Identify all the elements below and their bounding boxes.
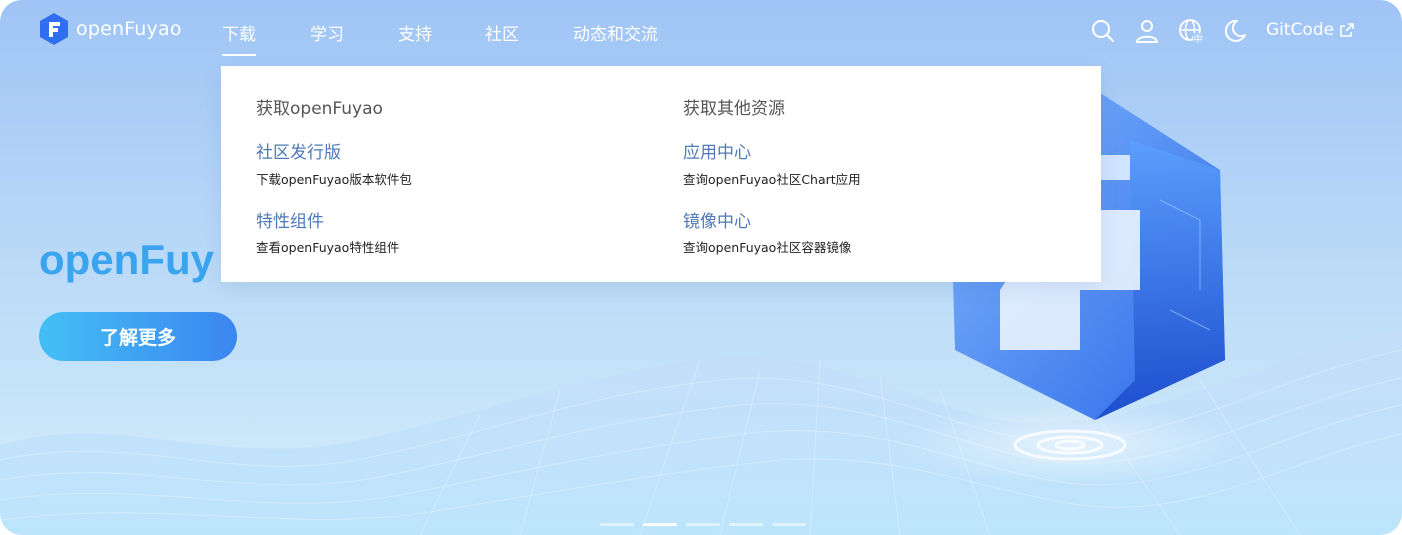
openfuyao-logo-icon: [40, 13, 68, 45]
search-icon[interactable]: [1090, 18, 1116, 44]
carousel-indicators: [600, 523, 806, 526]
language-icon[interactable]: 中: [1178, 18, 1204, 44]
link-community-release[interactable]: 社区发行版: [256, 138, 341, 163]
nav-download[interactable]: 下载: [222, 20, 256, 56]
dropdown-column-title: 获取其他资源: [683, 99, 785, 119]
hero-title: openFuy: [39, 236, 214, 283]
carousel-dot[interactable]: [600, 523, 634, 526]
carousel-dot[interactable]: [686, 523, 720, 526]
gitcode-label: GitCode: [1266, 20, 1335, 40]
learn-more-button[interactable]: 了解更多: [39, 312, 237, 361]
link-feature-components[interactable]: 特性组件: [256, 207, 324, 232]
dropdown-column-title: 获取openFuyao: [256, 99, 383, 119]
brand-name: openFuyao: [76, 18, 182, 40]
link-image-center-desc: 查询openFuyao社区容器镜像: [683, 240, 852, 255]
dark-mode-icon[interactable]: [1222, 18, 1248, 44]
logo[interactable]: openFuyao: [38, 12, 182, 46]
page: openFuyao 下载 学习 支持 社区 动态和交流 中 GitCode op…: [0, 0, 1402, 535]
external-link-icon: [1340, 23, 1354, 37]
nav-support[interactable]: 支持: [398, 20, 432, 45]
link-image-center[interactable]: 镜像中心: [683, 207, 751, 232]
link-app-center[interactable]: 应用中心: [683, 138, 751, 163]
nav-community[interactable]: 社区: [485, 20, 519, 45]
carousel-dot[interactable]: [772, 523, 806, 526]
carousel-dot-active[interactable]: [643, 523, 677, 526]
link-community-release-desc: 下载openFuyao版本软件包: [256, 172, 412, 187]
svg-text:中: 中: [1193, 33, 1202, 44]
carousel-dot[interactable]: [729, 523, 763, 526]
user-icon[interactable]: [1134, 18, 1160, 44]
nav-learn[interactable]: 学习: [310, 20, 344, 45]
link-feature-components-desc: 查看openFuyao特性组件: [256, 240, 400, 255]
link-app-center-desc: 查询openFuyao社区Chart应用: [683, 172, 861, 187]
download-dropdown-menu: 获取openFuyao 社区发行版 下载openFuyao版本软件包 特性组件 …: [221, 66, 1101, 282]
gitcode-link[interactable]: GitCode: [1266, 20, 1355, 40]
nav-news[interactable]: 动态和交流: [573, 20, 658, 45]
top-navbar: openFuyao 下载 学习 支持 社区 动态和交流 中 GitCode: [0, 0, 1402, 64]
